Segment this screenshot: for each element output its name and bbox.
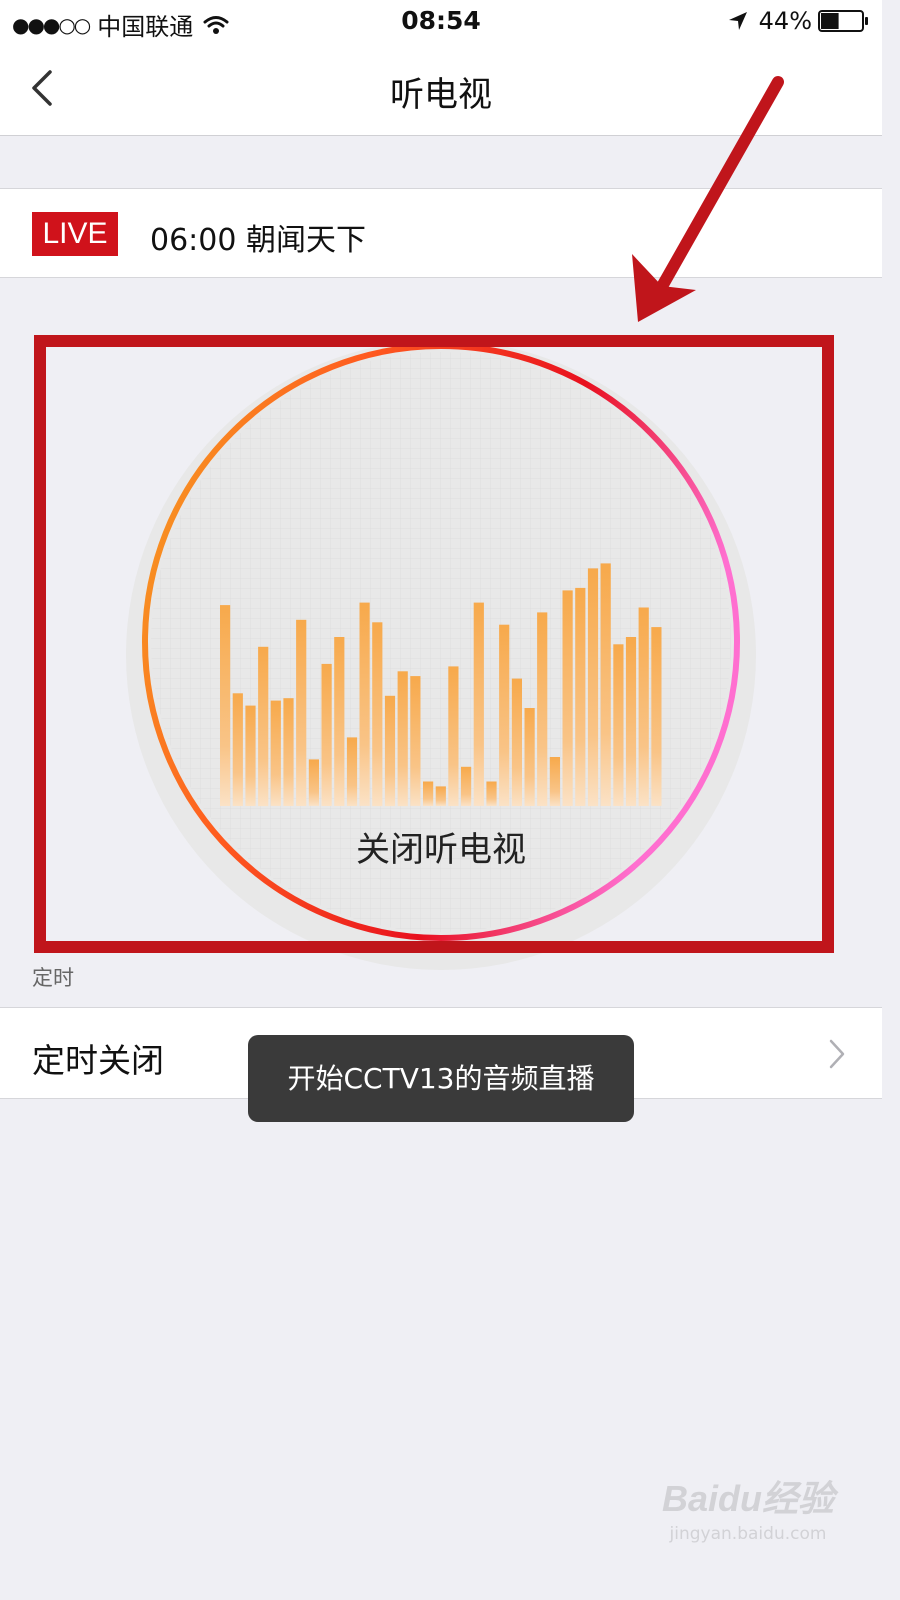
live-badge: LIVE xyxy=(32,212,118,256)
spectrum-bar xyxy=(220,605,231,806)
spectrum-bar xyxy=(423,781,434,806)
watermark-logo: Baidu经验 xyxy=(661,1478,834,1519)
spectrum-bar xyxy=(410,676,421,806)
page-title: 听电视 xyxy=(390,75,492,115)
spectrum-bar xyxy=(435,786,446,806)
spectrum-bar xyxy=(346,737,358,806)
audio-player: 关闭听电视 xyxy=(0,278,882,970)
navigation-bar: 听电视 xyxy=(0,44,882,136)
spectrum-bar xyxy=(486,781,497,806)
spectrum-bar xyxy=(359,602,370,806)
spectrum-bar xyxy=(549,757,560,806)
spectrum-bar xyxy=(283,698,294,806)
spectrum-bar xyxy=(245,705,256,806)
timer-close-label: 定时关闭 xyxy=(32,1041,164,1080)
close-listen-button[interactable]: 关闭听电视 xyxy=(0,822,882,871)
battery-percentage: 44% xyxy=(758,7,812,35)
spectrum-bar xyxy=(625,637,637,806)
location-arrow-icon xyxy=(728,12,747,30)
spectrum-bar xyxy=(270,700,281,806)
status-right: 44% xyxy=(727,7,870,35)
spectrum-bar xyxy=(537,612,548,806)
spectrum-bar xyxy=(651,627,662,806)
section-label-timer: 定时 xyxy=(32,966,74,990)
chevron-right-icon xyxy=(829,1039,845,1069)
spectrum-bar xyxy=(600,563,611,806)
spectrum-bar xyxy=(461,766,472,806)
spectrum-bar xyxy=(613,644,624,806)
baidu-watermark: Baidu经验 jingyan.baidu.com xyxy=(662,1470,834,1544)
spectrum-bar xyxy=(638,607,649,806)
spectrum-bar xyxy=(296,619,307,806)
spectrum-bar xyxy=(308,759,319,806)
spectrum-bar xyxy=(448,666,459,806)
battery-icon xyxy=(818,10,868,32)
spectrum-bar xyxy=(473,602,484,806)
toast-message: 开始CCTV13的音频直播 xyxy=(248,1035,634,1122)
spectrum-bar xyxy=(258,646,269,807)
status-bar: ●●●○○ 中国联通 08:54 44% xyxy=(0,0,882,44)
spectrum-bar xyxy=(511,678,522,806)
spectrum-bar xyxy=(587,568,599,807)
spectrum-bar xyxy=(524,708,535,806)
spectrum-bar xyxy=(499,624,510,806)
spectrum-bar xyxy=(232,693,243,806)
spectrum-bar xyxy=(334,637,345,806)
live-program-row[interactable]: LIVE 06:00 朝闻天下 xyxy=(0,188,882,278)
spectrum-bar xyxy=(575,587,586,806)
watermark-url: jingyan.baidu.com xyxy=(669,1524,827,1544)
live-program-title: 06:00 朝闻天下 xyxy=(150,223,366,258)
spectrum-bar xyxy=(372,622,383,807)
spectrum-bar xyxy=(562,590,573,806)
spectrum-bar xyxy=(321,663,332,806)
spectrum-bar xyxy=(384,695,396,807)
spectrum-bar xyxy=(397,671,408,807)
